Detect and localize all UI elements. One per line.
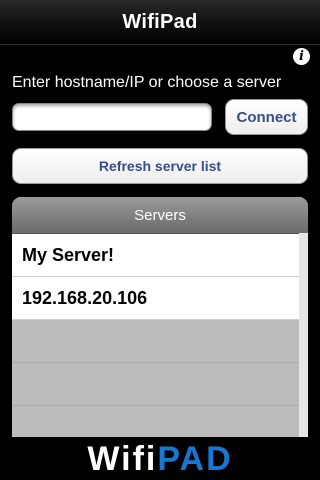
- refresh-server-list-button[interactable]: Refresh server list: [12, 148, 308, 184]
- empty-list-row: [12, 406, 299, 437]
- navigation-bar: WifiPad: [0, 0, 320, 45]
- connect-button[interactable]: Connect: [225, 99, 308, 135]
- info-icon[interactable]: i: [293, 48, 310, 65]
- server-item[interactable]: My Server!: [12, 234, 299, 277]
- logo-wifi-text: Wifi: [87, 439, 158, 478]
- footer: WifiPAD: [0, 437, 320, 480]
- empty-list-row: [12, 363, 299, 406]
- list-scroll-track[interactable]: [299, 233, 308, 437]
- server-list[interactable]: My Server! 192.168.20.106: [12, 234, 308, 437]
- server-item[interactable]: 192.168.20.106: [12, 277, 299, 320]
- logo-pad-text: PAD: [157, 439, 233, 478]
- wifipad-logo: WifiPAD: [87, 442, 232, 476]
- empty-list-row: [12, 320, 299, 363]
- servers-panel: Servers My Server! 192.168.20.106: [12, 197, 308, 437]
- servers-header: Servers: [12, 197, 308, 234]
- hostname-prompt: Enter hostname/IP or choose a server: [12, 74, 282, 91]
- app-title: WifiPad: [122, 10, 198, 33]
- hostname-input[interactable]: [12, 103, 212, 131]
